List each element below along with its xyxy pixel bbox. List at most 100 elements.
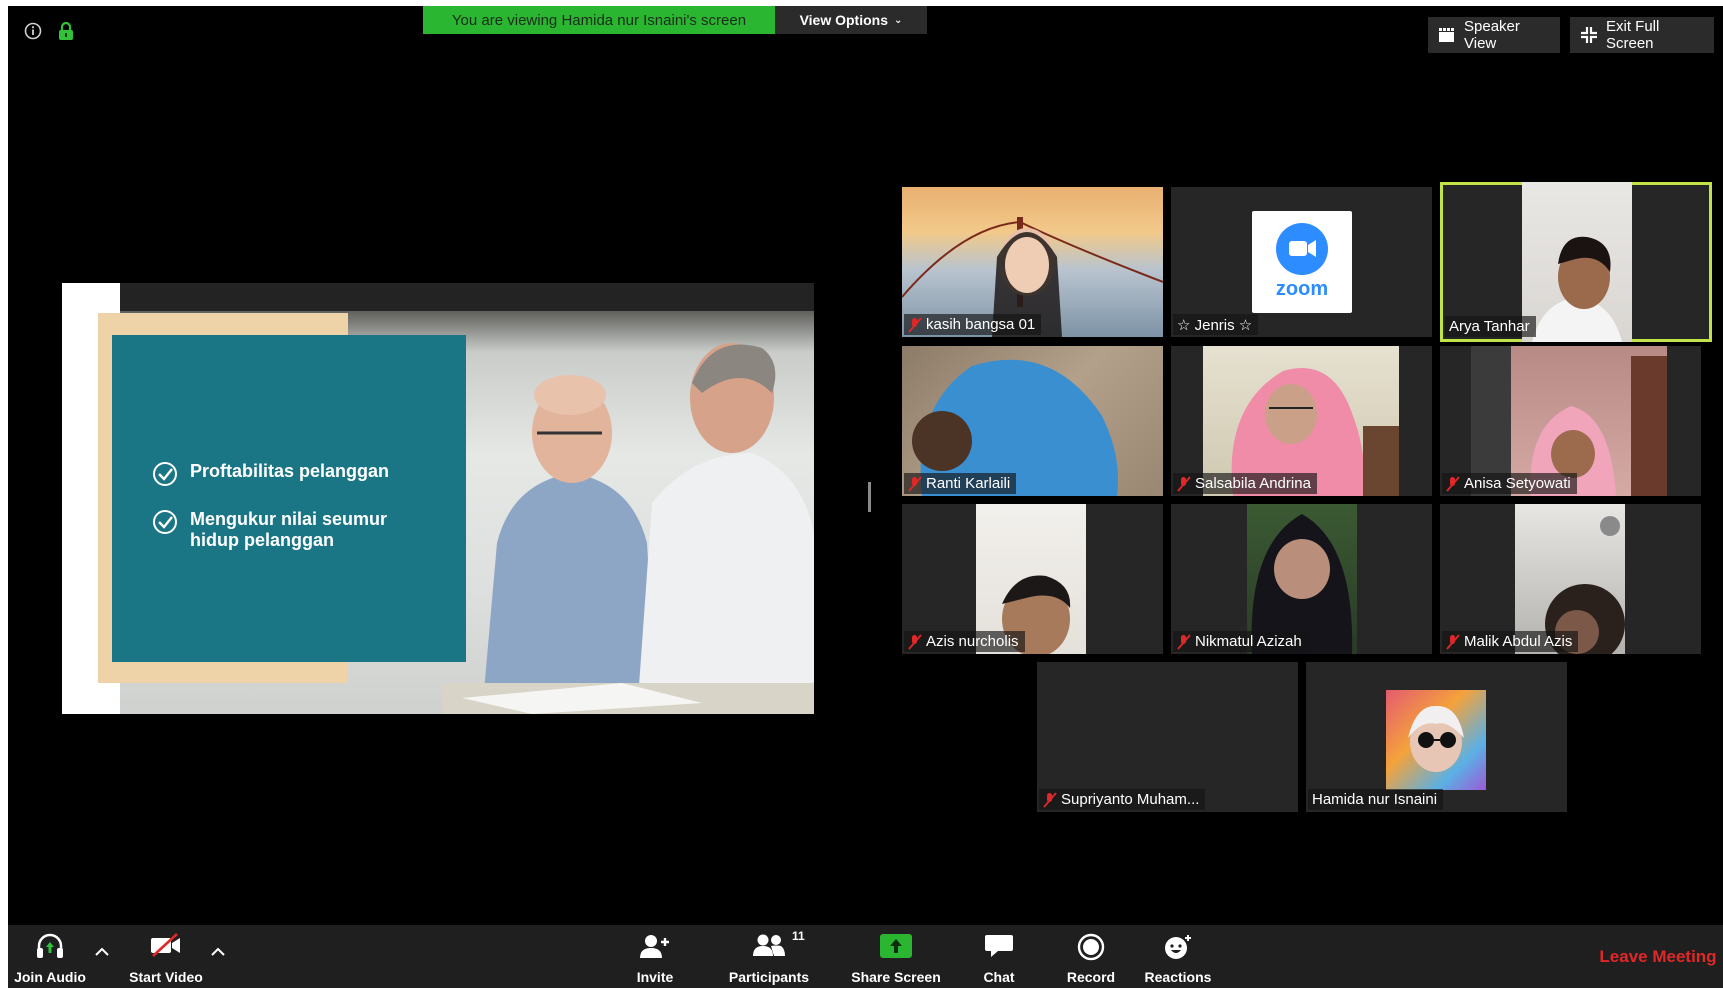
record-label: Record [1066,969,1116,985]
participants-count-badge: 11 [792,929,805,943]
muted-mic-icon [1446,633,1460,650]
participant-name-tag: kasih bangsa 01 [904,314,1042,335]
participant-name: Azis nurcholis [926,633,1019,650]
participant-tile[interactable]: Ranti Karlaili [902,346,1163,496]
participant-name: Malik Abdul Azis [1464,633,1573,650]
participant-name: Hamida nur Isnaini [1312,791,1438,808]
muted-mic-icon [908,316,922,333]
participant-name-tag: Arya Tanhar [1445,316,1536,337]
chat-bubble-icon [985,935,1013,957]
participant-tile[interactable]: Salsabila Andrina [1171,346,1432,496]
zoom-logo-placeholder: zoom [1252,211,1352,313]
participants-label: Participants [728,969,810,985]
participant-name-tag: Hamida nur Isnaini [1308,789,1444,810]
leave-meeting-label: Leave Meeting [1599,946,1717,966]
slide-business-people-photo [442,343,814,714]
participant-name: Supriyanto Muham... [1061,791,1200,808]
muted-mic-icon [1446,475,1460,492]
participant-name-tag: Anisa Setyowati [1442,473,1577,494]
muted-mic-icon [1043,791,1057,808]
leave-meeting-button[interactable]: Leave Meeting [1594,925,1722,988]
participants-button[interactable]: 11 Participants [720,925,818,988]
exit-full-screen-button[interactable]: Exit Full Screen [1570,17,1714,53]
encryption-lock-icon[interactable] [57,21,75,41]
participant-name: Anisa Setyowati [1464,475,1571,492]
reactions-button[interactable]: Reactions [1138,925,1218,988]
slide-bullet: Proftabilitas pelanggan [152,461,410,487]
participant-tile[interactable]: Nikmatul Azizah [1171,504,1432,654]
participant-tile[interactable]: Malik Abdul Azis [1440,504,1701,654]
audio-options-caret-icon[interactable] [94,947,110,957]
participant-name-tag: Ranti Karlaili [904,473,1017,494]
participant-name-tag: Supriyanto Muham... [1039,789,1206,810]
muted-mic-icon [1177,633,1191,650]
muted-mic-icon [908,475,922,492]
participants-icon [753,934,785,956]
meeting-toolbar: Join Audio Start Video Invite 11 Partici… [8,925,1723,988]
speaker-view-label: Speaker View [1464,18,1520,52]
participant-name-tag: Azis nurcholis [904,631,1025,652]
record-button[interactable]: Record [1058,925,1124,988]
chevron-down-icon: ⌄ [894,14,903,26]
add-user-icon [640,935,669,958]
chat-label: Chat [983,969,1015,985]
participant-tile[interactable]: Azis nurcholis [902,504,1163,654]
slide-text-box: Proftabilitas pelanggan Mengukur nilai s… [112,335,466,662]
viewing-screen-banner: You are viewing Hamida nur Isnaini's scr… [423,6,775,34]
participant-tile[interactable]: Hamida nur Isnaini [1306,662,1567,812]
viewing-banner-text: You are viewing Hamida nur Isnaini's scr… [451,11,747,29]
participant-avatar [1386,690,1486,790]
participant-name: Nikmatul Azizah [1195,633,1302,650]
slide-bullet-text: Proftabilitas pelanggan [190,461,390,481]
participant-video [1522,182,1632,342]
share-screen-icon [880,934,912,958]
headphones-icon [37,933,63,958]
emoji-reaction-icon [1165,935,1191,959]
video-off-icon [151,933,180,957]
participant-name: ☆ Jenris ☆ [1177,316,1253,334]
checkmark-circle-icon [153,462,177,486]
start-video-button[interactable]: Start Video [118,925,214,988]
chat-button[interactable]: Chat [970,925,1028,988]
slide-bullet-text: Mengukur nilai seumur hidup pelanggan [190,509,388,550]
slide-bullet: Mengukur nilai seumur hidup pelanggan [152,509,410,551]
view-options-label: View Options [799,12,889,28]
participant-name-tag: Malik Abdul Azis [1442,631,1579,652]
shared-screen-slide: Proftabilitas pelanggan Mengukur nilai s… [62,283,814,714]
exit-full-screen-icon [1581,27,1597,43]
participant-tile[interactable]: Supriyanto Muham... [1037,662,1298,812]
muted-mic-icon [908,633,922,650]
muted-mic-icon [1177,475,1191,492]
participant-name: Ranti Karlaili [926,475,1011,492]
participant-name: Arya Tanhar [1449,318,1530,335]
view-options-button[interactable]: View Options ⌄ [775,6,927,34]
start-video-label: Start Video [129,969,203,985]
share-screen-button[interactable]: Share Screen [844,925,948,988]
share-screen-label: Share Screen [851,969,941,985]
participant-tile[interactable]: Anisa Setyowati [1440,346,1701,496]
participant-tile[interactable]: zoom ☆ Jenris ☆ [1171,187,1432,337]
participant-name-tag: Nikmatul Azizah [1173,631,1308,652]
participant-name-tag: Salsabila Andrina [1173,473,1317,494]
video-options-caret-icon[interactable] [210,947,226,957]
svg-text:zoom: zoom [1276,278,1328,300]
panel-resize-handle[interactable] [868,482,871,512]
speaker-view-icon [1439,28,1454,42]
zoom-meeting-window: You are viewing Hamida nur Isnaini's scr… [8,6,1723,988]
meeting-info-icon[interactable] [24,22,42,40]
speaker-view-button[interactable]: Speaker View [1428,17,1560,53]
record-icon [1077,933,1105,961]
zoom-camera-icon: zoom [1276,223,1328,300]
participant-name: Salsabila Andrina [1195,475,1311,492]
join-audio-button[interactable]: Join Audio [10,925,90,988]
reactions-label: Reactions [1144,969,1212,985]
participant-name: kasih bangsa 01 [926,316,1036,333]
invite-button[interactable]: Invite [620,925,690,988]
participant-tile-active-speaker[interactable]: Arya Tanhar [1440,182,1712,342]
participant-name-tag: ☆ Jenris ☆ [1173,314,1259,335]
join-audio-label: Join Audio [14,969,86,985]
checkmark-circle-icon [153,510,177,534]
invite-label: Invite [636,969,674,985]
exit-full-screen-label: Exit Full Screen [1606,18,1660,52]
participant-tile[interactable]: kasih bangsa 01 [902,187,1163,337]
